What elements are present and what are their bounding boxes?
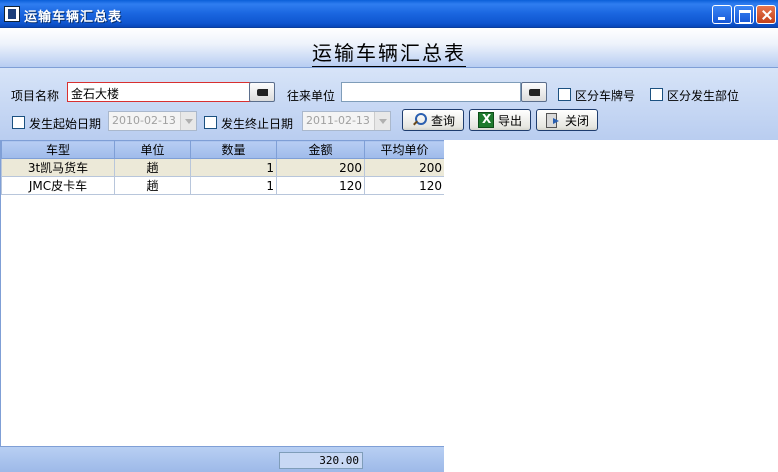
window-body: 运输车辆汇总表 项目名称 金石大楼 往来单位 区分车牌号 区分发生部位 发生起始… — [0, 28, 778, 472]
chevron-down-icon[interactable] — [180, 112, 196, 130]
cell-vehicle-type[interactable]: 3t凯马货车 — [1, 158, 115, 177]
app-icon — [4, 6, 20, 22]
split-dept-checkbox[interactable] — [650, 88, 663, 101]
partner-input[interactable] — [341, 82, 521, 102]
start-date-value: 2010-02-13 — [112, 114, 176, 127]
split-dept-label: 区分发生部位 — [667, 89, 740, 103]
project-picker-button[interactable] — [249, 82, 275, 102]
filter-panel: 项目名称 金石大楼 往来单位 区分车牌号 区分发生部位 发生起始日期 2010-… — [0, 68, 778, 140]
start-date-label: 发生起始日期 — [29, 117, 102, 131]
page-title: 运输车辆汇总表 — [312, 41, 466, 67]
minimize-button[interactable] — [712, 5, 732, 24]
start-date-picker[interactable]: 2010-02-13 — [108, 111, 197, 131]
table-header-row: 车型 单位 数量 金额 平均单价 — [1, 140, 445, 159]
exit-icon — [545, 112, 561, 128]
chevron-down-icon[interactable] — [374, 112, 390, 130]
close-button-label: 关闭 — [564, 113, 589, 128]
summary-table-container[interactable]: 车型 单位 数量 金额 平均单价 3t凯马货车 趟 1 200 200 JMC皮… — [0, 140, 445, 446]
summary-table: 车型 单位 数量 金额 平均单价 3t凯马货车 趟 1 200 200 JMC皮… — [1, 140, 445, 195]
report-header: 运输车辆汇总表 — [0, 28, 778, 68]
total-amount: 320.00 — [279, 452, 363, 469]
column-header[interactable]: 单位 — [114, 140, 191, 159]
cell-amount[interactable]: 120 — [276, 176, 365, 195]
cell-avg-price[interactable]: 200 — [364, 158, 445, 177]
column-header[interactable]: 平均单价 — [364, 140, 445, 159]
query-button-label: 查询 — [430, 113, 455, 128]
title-bar[interactable]: 运输车辆汇总表 — [0, 0, 778, 28]
close-button[interactable]: 关闭 — [536, 109, 598, 131]
cell-unit[interactable]: 趟 — [114, 158, 191, 177]
start-date-checkbox[interactable] — [12, 116, 25, 129]
excel-icon — [477, 112, 494, 128]
export-button-label: 导出 — [497, 113, 522, 128]
project-label: 项目名称 — [11, 89, 60, 103]
close-window-button[interactable] — [756, 5, 776, 24]
table-footer: 320.00 — [0, 446, 444, 472]
cell-quantity[interactable]: 1 — [190, 176, 277, 195]
end-date-value: 2011-02-13 — [306, 114, 370, 127]
search-icon — [411, 112, 427, 128]
project-input[interactable]: 金石大楼 — [67, 82, 259, 102]
cell-avg-price[interactable]: 120 — [364, 176, 445, 195]
export-button[interactable]: 导出 — [469, 109, 531, 131]
column-header[interactable]: 车型 — [1, 140, 115, 159]
column-header[interactable]: 数量 — [190, 140, 277, 159]
split-plate-label: 区分车牌号 — [575, 89, 636, 103]
window-title: 运输车辆汇总表 — [24, 10, 123, 25]
cell-vehicle-type[interactable]: JMC皮卡车 — [1, 176, 115, 195]
empty-area — [444, 140, 778, 472]
end-date-picker[interactable]: 2011-02-13 — [302, 111, 391, 131]
cell-unit[interactable]: 趟 — [114, 176, 191, 195]
column-header[interactable]: 金额 — [276, 140, 365, 159]
cell-quantity[interactable]: 1 — [190, 158, 277, 177]
table-row[interactable]: JMC皮卡车 趟 1 120 120 — [1, 176, 445, 195]
partner-label: 往来单位 — [287, 89, 336, 103]
end-date-label: 发生终止日期 — [221, 117, 294, 131]
cell-amount[interactable]: 200 — [276, 158, 365, 177]
partner-picker-button[interactable] — [521, 82, 547, 102]
app-window: 运输车辆汇总表 运输车辆汇总表 项目名称 金石大楼 往来单位 区分车牌号 区分发… — [0, 0, 778, 472]
query-button[interactable]: 查询 — [402, 109, 464, 131]
end-date-checkbox[interactable] — [204, 116, 217, 129]
split-plate-checkbox[interactable] — [558, 88, 571, 101]
table-row[interactable]: 3t凯马货车 趟 1 200 200 — [1, 158, 445, 177]
maximize-button[interactable] — [734, 5, 754, 24]
